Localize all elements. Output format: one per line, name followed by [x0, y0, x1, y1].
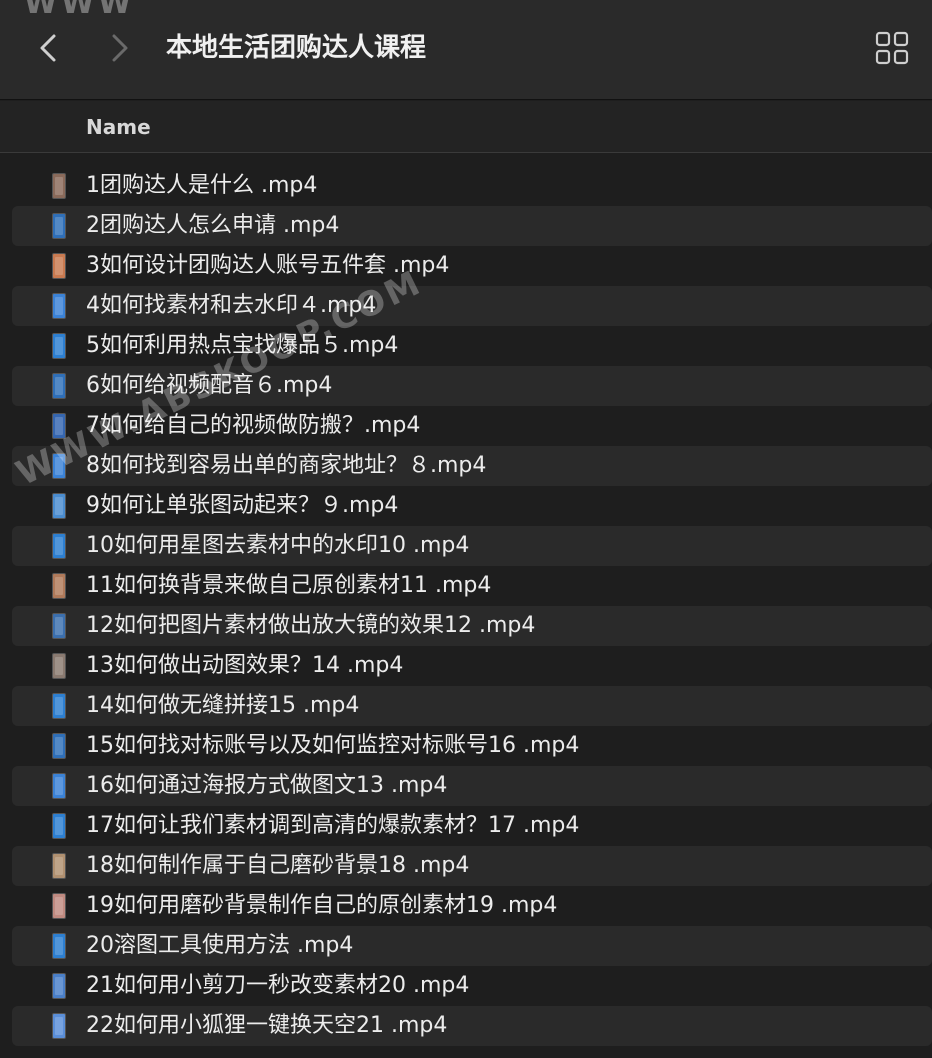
video-thumbnail-icon — [52, 573, 66, 599]
video-thumbnail-icon — [52, 173, 66, 199]
file-row[interactable]: 15如何找对标账号以及如何监控对标账号16 .mp4 — [12, 726, 932, 766]
file-row[interactable]: 14如何做无缝拼接15 .mp4 — [12, 686, 932, 726]
video-thumbnail-icon — [52, 213, 66, 239]
file-row[interactable]: 12如何把图片素材做出放大镜的效果12 .mp4 — [12, 606, 932, 646]
file-name: 17如何让我们素材调到高清的爆款素材？17 .mp4 — [86, 813, 580, 838]
file-name: 8如何找到容易出单的商家地址？８.mp4 — [86, 453, 487, 478]
file-name: 13如何做出动图效果？14 .mp4 — [86, 653, 404, 678]
video-thumbnail-icon — [52, 693, 66, 719]
file-row[interactable]: 5如何利用热点宝找爆品５.mp4 — [12, 326, 932, 366]
video-thumbnail-icon — [52, 493, 66, 519]
video-thumbnail-icon — [52, 253, 66, 279]
file-list: 1团购达人是什么 .mp4 2团购达人怎么申请 .mp4 3如何设计团购达人账号五件… — [0, 166, 932, 1046]
file-name: 10如何用星图去素材中的水印10 .mp4 — [86, 533, 470, 558]
file-name: 19如何用磨砂背景制作自己的原创素材19 .mp4 — [86, 893, 558, 918]
video-thumbnail-icon — [52, 653, 66, 679]
file-name: 14如何做无缝拼接15 .mp4 — [86, 693, 360, 718]
video-thumbnail-icon — [52, 853, 66, 879]
back-button[interactable] — [30, 28, 66, 68]
file-row[interactable]: 13如何做出动图效果？14 .mp4 — [12, 646, 932, 686]
file-name: 9如何让单张图动起来？９.mp4 — [86, 493, 399, 518]
video-thumbnail-icon — [52, 1013, 66, 1039]
file-row[interactable]: 22如何用小狐狸一键换天空21 .mp4 — [12, 1006, 932, 1046]
file-name: 7如何给自己的视频做防搬？.mp4 — [86, 413, 421, 438]
file-name: 21如何用小剪刀一秒改变素材20 .mp4 — [86, 973, 470, 998]
file-name: 22如何用小狐狸一键换天空21 .mp4 — [86, 1013, 448, 1038]
file-row[interactable]: 18如何制作属于自己磨砂背景18 .mp4 — [12, 846, 932, 886]
file-row[interactable]: 10如何用星图去素材中的水印10 .mp4 — [12, 526, 932, 566]
video-thumbnail-icon — [52, 733, 66, 759]
file-row[interactable]: 11如何换背景来做自己原创素材11 .mp4 — [12, 566, 932, 606]
chevron-right-icon — [112, 34, 128, 62]
file-row[interactable]: 4如何找素材和去水印４.mp4 — [12, 286, 932, 326]
video-thumbnail-icon — [52, 373, 66, 399]
video-thumbnail-icon — [52, 333, 66, 359]
watermark-top: WWW — [24, 0, 136, 21]
video-thumbnail-icon — [52, 933, 66, 959]
name-column-header[interactable]: Name — [86, 113, 151, 141]
file-row[interactable]: 8如何找到容易出单的商家地址？８.mp4 — [12, 446, 932, 486]
video-thumbnail-icon — [52, 293, 66, 319]
file-name: 5如何利用热点宝找爆品５.mp4 — [86, 333, 399, 358]
window-title: 本地生活团购达人课程 — [166, 33, 427, 63]
file-name: 15如何找对标账号以及如何监控对标账号16 .mp4 — [86, 733, 580, 758]
file-row[interactable]: 3如何设计团购达人账号五件套 .mp4 — [12, 246, 932, 286]
chevron-left-icon — [40, 34, 56, 62]
file-name: 6如何给视频配音６.mp4 — [86, 373, 333, 398]
file-name: 18如何制作属于自己磨砂背景18 .mp4 — [86, 853, 470, 878]
file-row[interactable]: 17如何让我们素材调到高清的爆款素材？17 .mp4 — [12, 806, 932, 846]
file-name: 3如何设计团购达人账号五件套 .mp4 — [86, 253, 450, 278]
file-name: 1团购达人是什么 .mp4 — [86, 173, 318, 198]
grid-view-icon — [875, 31, 909, 65]
file-name: 20溶图工具使用方法 .mp4 — [86, 933, 354, 958]
file-row[interactable]: 9如何让单张图动起来？９.mp4 — [12, 486, 932, 526]
video-thumbnail-icon — [52, 413, 66, 439]
file-row[interactable]: 2团购达人怎么申请 .mp4 — [12, 206, 932, 246]
list-header: Name — [0, 101, 932, 153]
video-thumbnail-icon — [52, 813, 66, 839]
file-name: 4如何找素材和去水印４.mp4 — [86, 293, 377, 318]
file-name: 12如何把图片素材做出放大镜的效果12 .mp4 — [86, 613, 536, 638]
video-thumbnail-icon — [52, 773, 66, 799]
file-name: 11如何换背景来做自己原创素材11 .mp4 — [86, 573, 492, 598]
file-row[interactable]: 16如何通过海报方式做图文13 .mp4 — [12, 766, 932, 806]
file-row[interactable]: 20溶图工具使用方法 .mp4 — [12, 926, 932, 966]
file-row[interactable]: 19如何用磨砂背景制作自己的原创素材19 .mp4 — [12, 886, 932, 926]
file-row[interactable]: 1团购达人是什么 .mp4 — [12, 166, 932, 206]
video-thumbnail-icon — [52, 453, 66, 479]
file-name: 2团购达人怎么申请 .mp4 — [86, 213, 340, 238]
file-row[interactable]: 7如何给自己的视频做防搬？.mp4 — [12, 406, 932, 446]
window-toolbar: WWW 本地生活团购达人课程 — [0, 0, 932, 100]
video-thumbnail-icon — [52, 893, 66, 919]
video-thumbnail-icon — [52, 973, 66, 999]
view-mode-button[interactable] — [870, 28, 914, 68]
file-name: 16如何通过海报方式做图文13 .mp4 — [86, 773, 448, 798]
forward-button[interactable] — [102, 28, 138, 68]
file-row[interactable]: 6如何给视频配音６.mp4 — [12, 366, 932, 406]
file-row[interactable]: 21如何用小剪刀一秒改变素材20 .mp4 — [12, 966, 932, 1006]
video-thumbnail-icon — [52, 613, 66, 639]
video-thumbnail-icon — [52, 533, 66, 559]
